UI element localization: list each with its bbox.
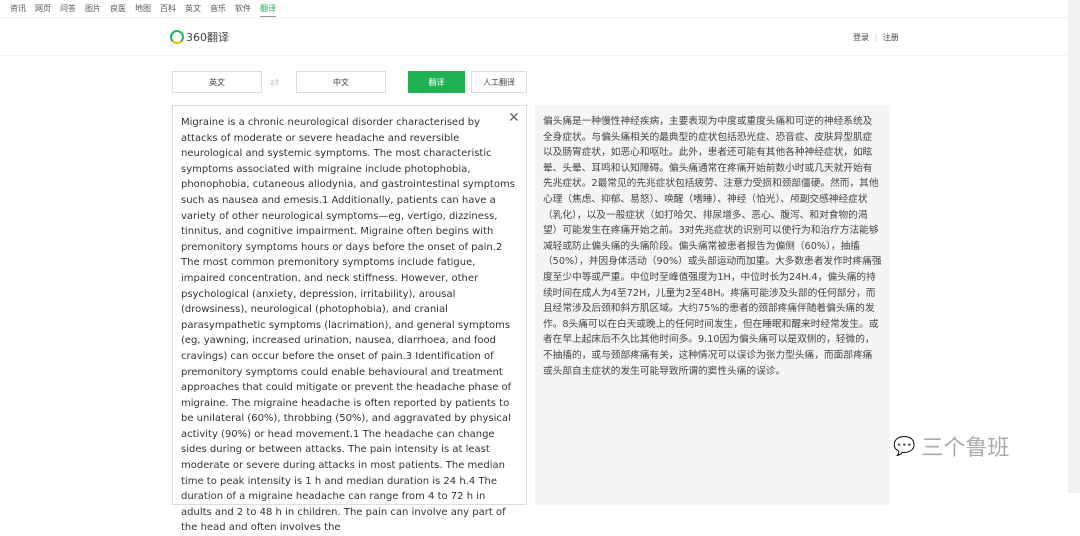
nav-music[interactable]: 音乐 xyxy=(210,0,226,17)
nav-doctor[interactable]: 良医 xyxy=(110,0,126,17)
nav-news[interactable]: 资讯 xyxy=(10,0,26,17)
translation-output: 偏头痛是一种慢性神经疾病，主要表现为中度或重度头痛和可逆的神经系统及全身症状。与… xyxy=(535,105,890,505)
nav-english[interactable]: 英文 xyxy=(185,0,201,17)
nav-qa[interactable]: 问答 xyxy=(60,0,76,17)
translate-button[interactable]: 翻译 xyxy=(408,71,465,93)
nav-translate[interactable]: 翻译 xyxy=(260,0,276,17)
human-translation-button[interactable]: 人工翻译 xyxy=(471,71,527,93)
nav-web[interactable]: 网页 xyxy=(35,0,51,17)
source-text-input[interactable]: Migraine is a chronic neurological disor… xyxy=(172,105,527,533)
auth-links: 登录 | 注册 xyxy=(853,32,899,43)
watermark: 💬 三个鲁班 xyxy=(893,430,1009,462)
separator: | xyxy=(874,33,878,42)
swap-languages-icon[interactable]: ⇄ xyxy=(270,76,279,89)
nav-software[interactable]: 软件 xyxy=(235,0,251,17)
watermark-text: 三个鲁班 xyxy=(921,436,1010,461)
logo-ring-icon xyxy=(170,30,184,44)
source-language-select[interactable]: 英文 xyxy=(172,71,262,93)
register-link[interactable]: 注册 xyxy=(883,33,899,42)
login-link[interactable]: 登录 xyxy=(853,33,869,42)
logo[interactable]: 360翻译 xyxy=(170,29,229,45)
nav-map[interactable]: 地图 xyxy=(135,0,151,17)
wechat-icon: 💬 xyxy=(893,435,916,457)
top-nav: 资讯 网页 问答 图片 良医 地图 百科 英文 音乐 软件 翻译 xyxy=(0,0,1068,18)
clear-icon[interactable]: ✕ xyxy=(508,110,520,126)
nav-images[interactable]: 图片 xyxy=(85,0,101,17)
target-language-select[interactable]: 中文 xyxy=(296,71,386,93)
nav-baike[interactable]: 百科 xyxy=(160,0,176,17)
logo-text: 360翻译 xyxy=(186,31,229,44)
header: 360翻译 登录 | 注册 xyxy=(0,19,1068,56)
scrollbar[interactable] xyxy=(1068,0,1080,493)
